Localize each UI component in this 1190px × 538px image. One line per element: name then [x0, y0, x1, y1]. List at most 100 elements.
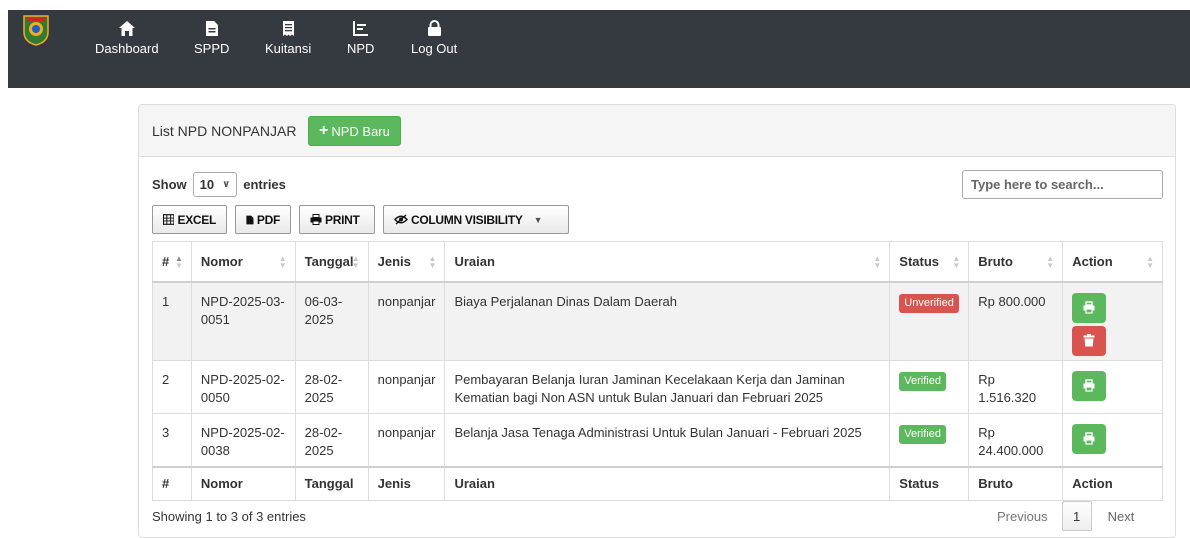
cell-action	[1062, 281, 1163, 361]
next-page-button[interactable]: Next	[1108, 509, 1135, 524]
search-input[interactable]: Type here to search...	[962, 170, 1163, 199]
cell-bruto: Rp 24.400.000	[968, 413, 1064, 467]
receipt-icon	[282, 21, 294, 36]
column-header-nomor[interactable]: Nomor ▲ ▼	[190, 241, 296, 283]
page-length-control: Show 10 ∨ entries	[152, 172, 286, 197]
nav-sppd[interactable]: SPPD	[194, 20, 229, 56]
search-placeholder: Type here to search...	[971, 177, 1104, 192]
footer-no: #	[152, 465, 192, 501]
nav-kuitansi-label: Kuitansi	[265, 41, 312, 56]
column-header-jenis[interactable]: Jenis ▲ ▼	[367, 241, 446, 283]
print-row-button[interactable]	[1072, 371, 1107, 401]
entries-value: 10	[199, 177, 215, 192]
nav-logout-label: Log Out	[411, 41, 458, 56]
table-footer-row: # Nomor Tanggal Jenis Uraian Status Brut…	[152, 465, 1163, 501]
sort-icon: ▲ ▼	[428, 254, 437, 270]
eye-slash-icon	[394, 214, 408, 225]
status-badge: Verified	[899, 425, 946, 444]
trash-icon	[1083, 333, 1095, 346]
cell-action	[1062, 360, 1163, 414]
table-row: 2 NPD-2025-02-0050 28-02-2025 nonpanjar …	[152, 360, 1163, 414]
cell-jenis: nonpanjar	[367, 281, 446, 361]
printer-icon	[1083, 300, 1095, 314]
cell-uraian: Biaya Perjalanan Dinas Dalam Daerah	[444, 281, 891, 361]
show-label: Show	[152, 177, 187, 192]
nav-logout[interactable]: Log Out	[411, 20, 457, 56]
cell-no: 1	[152, 281, 192, 361]
cell-status: Unverified	[889, 281, 970, 361]
cell-nomor: NPD-2025-02-0038	[190, 413, 296, 467]
column-header-uraian[interactable]: Uraian ▲ ▼	[444, 241, 891, 283]
table-row: 3 NPD-2025-02-0038 28-02-2025 nonpanjar …	[152, 413, 1163, 467]
table-header-row: # ▲ ▼ Nomor ▲ ▼ Tanggal ▲ ▼ Jenis ▲ ▼ Uraian ▲ ▼ S…	[152, 241, 1163, 283]
nav-dashboard-label: Dashboard	[95, 41, 159, 56]
column-visibility-button[interactable]: COLUMN VISIBILITY ▼	[383, 205, 569, 234]
pdf-label: PDF	[256, 212, 280, 227]
file-icon	[205, 21, 218, 36]
status-badge: Unverified	[899, 293, 959, 313]
cell-jenis: nonpanjar	[367, 360, 446, 414]
print-label: PRINT	[325, 212, 360, 227]
printer-icon	[1083, 379, 1095, 392]
column-header-no[interactable]: # ▲ ▼	[152, 241, 192, 283]
previous-page-button[interactable]: Previous	[997, 509, 1048, 524]
sort-icon: ▲ ▼	[952, 254, 961, 270]
cell-no: 2	[152, 360, 192, 414]
cell-bruto: Rp 800.000	[968, 281, 1064, 361]
delete-row-button[interactable]	[1072, 325, 1107, 356]
entries-label: entries	[243, 177, 286, 192]
chevron-down-icon: ∨	[222, 179, 231, 190]
footer-nomor: Nomor	[190, 465, 296, 501]
npd-list-panel: List NPD NONPANJAR + NPD Baru Show 10 ∨ …	[138, 104, 1176, 538]
footer-uraian: Uraian	[444, 465, 891, 501]
home-icon	[118, 21, 135, 36]
excel-button[interactable]: EXCEL	[152, 205, 227, 234]
column-header-action[interactable]: Action ▲ ▼	[1062, 241, 1163, 283]
app-logo[interactable]	[22, 14, 50, 46]
nav-npd-label: NPD	[347, 41, 375, 56]
pdf-button[interactable]: PDF	[235, 205, 291, 234]
cell-no: 3	[152, 413, 192, 467]
cell-bruto: Rp 1.516.320	[968, 360, 1064, 414]
export-toolbar: EXCEL PDF PRINT COLUMN VISIBILITY ▼	[152, 205, 569, 234]
sort-asc-icon: ▲ ▼	[175, 254, 183, 270]
footer-bruto: Bruto	[968, 465, 1064, 501]
cell-action	[1062, 413, 1163, 467]
cell-jenis: nonpanjar	[367, 413, 446, 467]
page-1-button[interactable]: 1	[1061, 501, 1092, 531]
lock-icon	[427, 20, 441, 36]
panel-heading: List NPD NONPANJAR + NPD Baru	[139, 105, 1175, 157]
cell-uraian: Belanja Jasa Tenaga Administrasi Untuk B…	[444, 413, 891, 467]
print-row-button[interactable]	[1072, 292, 1107, 323]
page-title: List NPD NONPANJAR	[152, 123, 297, 139]
pdf-icon	[246, 215, 254, 224]
pagination: Previous 1 Next	[997, 501, 1134, 531]
sort-icon: ▲ ▼	[1046, 254, 1055, 270]
table-info: Showing 1 to 3 of 3 entries	[152, 509, 306, 524]
nav-dashboard[interactable]: Dashboard	[95, 20, 159, 56]
nav-sppd-label: SPPD	[194, 41, 230, 56]
sort-icon: ▲ ▼	[873, 254, 882, 270]
nav-kuitansi[interactable]: Kuitansi	[265, 20, 311, 56]
excel-label: EXCEL	[177, 212, 216, 227]
nav-npd[interactable]: NPD	[347, 20, 374, 56]
new-npd-button[interactable]: + NPD Baru	[308, 116, 401, 146]
column-header-tanggal[interactable]: Tanggal ▲ ▼	[294, 241, 369, 283]
cell-status: Verified	[889, 413, 970, 467]
npd-table: # ▲ ▼ Nomor ▲ ▼ Tanggal ▲ ▼ Jenis ▲ ▼ Uraian ▲ ▼ S…	[152, 241, 1163, 501]
top-navbar: Dashboard SPPD Kuitansi NPD Log Out	[8, 10, 1190, 88]
caret-down-icon: ▼	[533, 214, 543, 225]
sort-icon: ▲ ▼	[1146, 254, 1154, 270]
new-npd-label: NPD Baru	[331, 123, 390, 139]
cell-tanggal: 28-02-2025	[294, 360, 369, 414]
column-header-bruto[interactable]: Bruto ▲ ▼	[968, 241, 1064, 283]
entries-select[interactable]: 10 ∨	[192, 172, 238, 197]
sort-icon: ▲ ▼	[351, 254, 360, 270]
print-button[interactable]: PRINT	[299, 205, 375, 234]
footer-jenis: Jenis	[367, 465, 446, 501]
cell-status: Verified	[889, 360, 970, 414]
column-header-status[interactable]: Status ▲ ▼	[889, 241, 970, 283]
footer-action: Action	[1062, 465, 1163, 501]
cell-nomor: NPD-2025-03-0051	[190, 281, 296, 361]
print-row-button[interactable]	[1072, 424, 1107, 454]
